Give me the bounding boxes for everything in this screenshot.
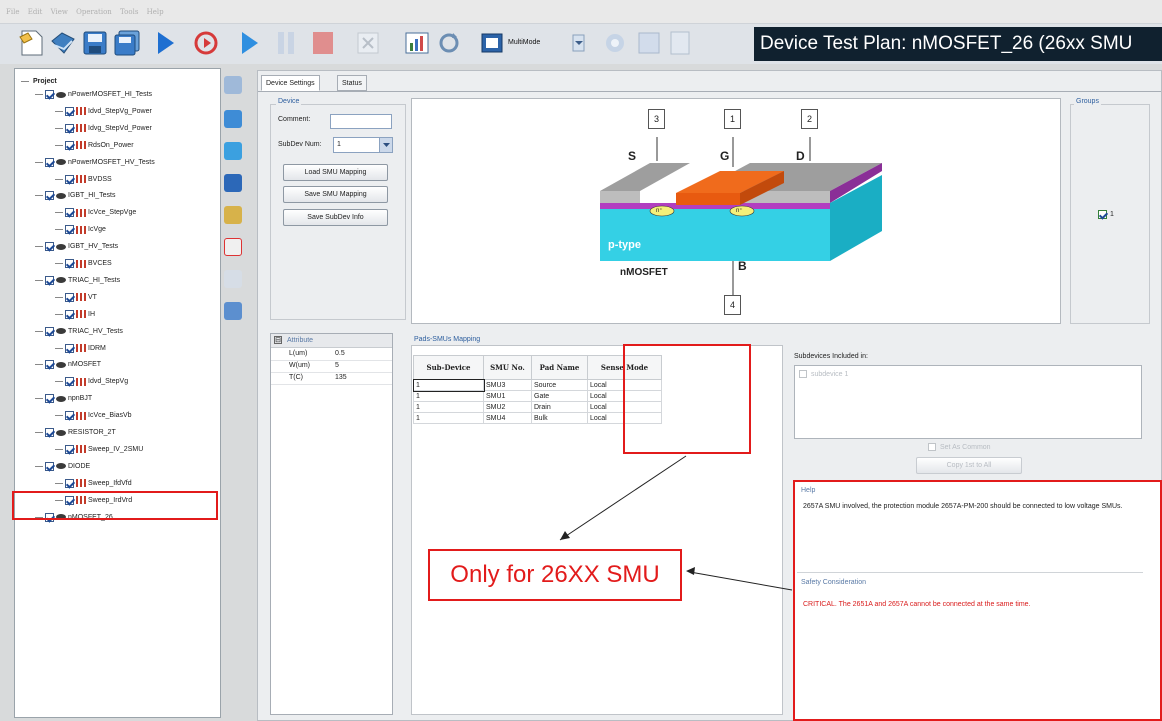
help-panel: Help 2657A SMU involved, the protection … [793, 480, 1162, 721]
safety-text: CRITICAL. The 2651A and 2657A cannot be … [803, 601, 1031, 608]
subdevice-checkbox[interactable] [799, 370, 807, 378]
safety-title: Safety Consideration [801, 579, 866, 586]
annotation-callout: Only for 26XX SMU [428, 549, 682, 601]
copy-1st-to-all-button[interactable]: Copy 1st to All [916, 457, 1022, 474]
set-as-common-checkbox[interactable] [928, 443, 936, 451]
subdevices-label: Subdevices Included in: [794, 353, 868, 360]
help-text: 2657A SMU involved, the protection modul… [803, 503, 1123, 510]
subdevice-item: subdevice 1 [811, 370, 849, 378]
subdevices-list: subdevice 1 [794, 365, 1142, 439]
help-title: Help [801, 487, 816, 494]
set-as-common-label: Set As Common [940, 443, 991, 451]
